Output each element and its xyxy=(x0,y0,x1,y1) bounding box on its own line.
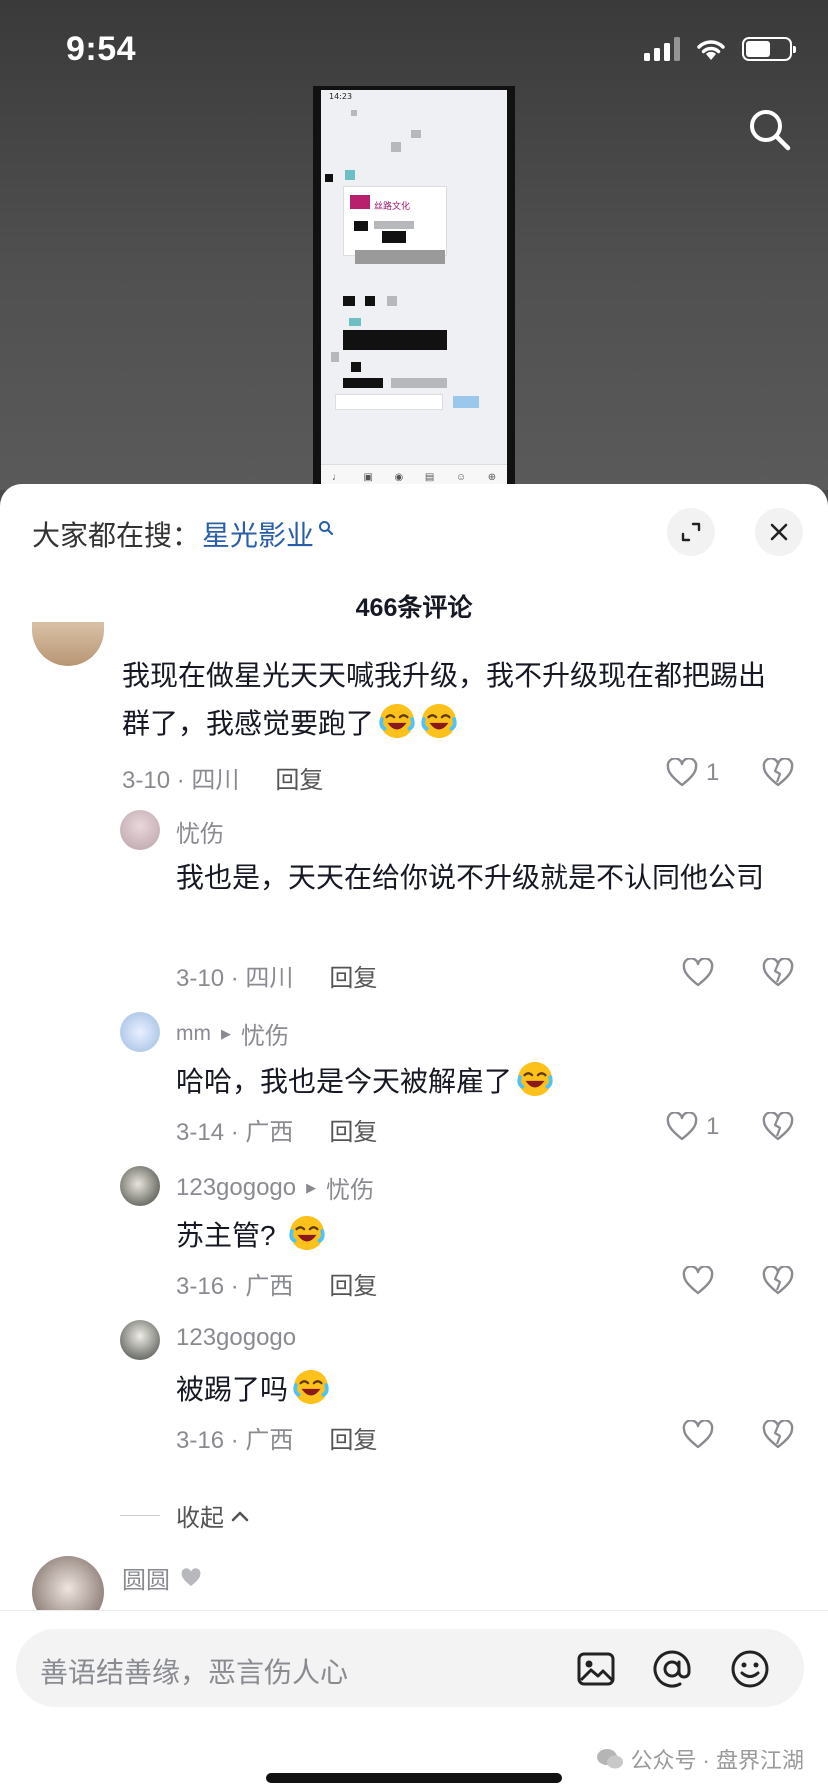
wechat-icon xyxy=(597,1749,624,1769)
home-indicator[interactable] xyxy=(266,1773,562,1783)
inner-screen: 14:23 丝路文化 ♩ ▣ ◉ ▤ ☺ ⊕ xyxy=(321,90,507,490)
comment-text: 被踢了吗 xyxy=(176,1366,796,1414)
comment-text: 哈哈，我也是今天被解雇了 xyxy=(176,1058,796,1106)
heart-icon[interactable] xyxy=(682,958,714,988)
comment-date: 3-14 · 广西 xyxy=(176,1119,294,1146)
username[interactable]: 忧伤 xyxy=(176,814,224,849)
chevron-up-icon xyxy=(231,1511,249,1521)
broken-heart-icon[interactable] xyxy=(762,958,794,988)
avatar[interactable] xyxy=(120,1012,160,1052)
laugh-cry-emoji xyxy=(379,703,415,739)
collapse-replies-button[interactable]: 收起 xyxy=(120,1498,250,1533)
expand-button[interactable] xyxy=(667,508,715,556)
signal-icon xyxy=(644,37,680,61)
inner-card: 丝路文化 xyxy=(343,186,447,256)
like-count: 1 xyxy=(706,1113,720,1140)
username[interactable]: mm ▶ 忧伤 xyxy=(176,1016,289,1051)
divider xyxy=(120,1515,160,1516)
status-bar: 9:54 xyxy=(0,0,828,100)
heart-icon[interactable] xyxy=(682,1266,714,1296)
comment-meta: 3-16 · 广西 回复 xyxy=(176,1420,377,1455)
comment-date: 3-16 · 广西 xyxy=(176,1273,294,1300)
wifi-icon xyxy=(697,40,725,60)
broken-heart-icon[interactable] xyxy=(762,1266,794,1296)
broken-heart-icon[interactable] xyxy=(762,758,794,788)
laugh-cry-emoji xyxy=(288,1215,325,1251)
username[interactable]: 123gogogo xyxy=(176,1324,296,1352)
comment-date: 3-10 · 四川 xyxy=(122,767,240,794)
comment-text: 苏主管? xyxy=(176,1212,796,1260)
like-count: 1 xyxy=(706,759,720,786)
broken-heart-icon[interactable] xyxy=(762,1420,794,1450)
reply-arrow-icon: ▶ xyxy=(306,1179,317,1195)
comment-input-bar: 善语结善缘，恶言伤人心 公众号 · 盘界江湖 xyxy=(0,1610,828,1792)
reply-button[interactable]: 回复 xyxy=(329,958,377,993)
comment-input[interactable]: 善语结善缘，恶言伤人心 xyxy=(16,1629,804,1707)
watermark-text: 公众号 · 盘界江湖 xyxy=(630,1748,804,1773)
expand-icon xyxy=(681,522,701,542)
laugh-cry-emoji xyxy=(421,703,457,739)
username[interactable]: 圆圆 xyxy=(122,1560,202,1595)
video-area[interactable]: 9:54 14:23 丝路文化 ♩ ▣ ◉ ▤ ☺ ⊕ xyxy=(0,0,828,490)
close-button[interactable] xyxy=(755,508,803,556)
emoji-icon[interactable] xyxy=(728,1647,772,1691)
hot-search-prefix: 大家都在搜： xyxy=(32,520,201,551)
reply-button[interactable]: 回复 xyxy=(329,1112,377,1147)
close-icon xyxy=(770,523,788,541)
watermark: 公众号 · 盘界江湖 xyxy=(596,1743,804,1775)
status-icons xyxy=(644,36,796,62)
battery-icon xyxy=(742,37,796,61)
comment-meta: 3-14 · 广西 回复 xyxy=(176,1112,377,1147)
status-time: 9:54 xyxy=(66,30,137,68)
reply-button[interactable]: 回复 xyxy=(329,1266,377,1301)
comment-meta: 3-10 · 四川 回复 xyxy=(176,958,377,993)
reply-to-name[interactable]: 忧伤 xyxy=(241,1016,289,1051)
username[interactable]: 123gogogo ▶ 忧伤 xyxy=(176,1170,374,1205)
heart-icon xyxy=(666,758,698,787)
inner-status-time: 14:23 xyxy=(329,92,353,101)
hot-search[interactable]: 大家都在搜： 星光影业 xyxy=(32,514,334,554)
comment-text: 我也是，天天在给你说不升级就是不认同他公司 xyxy=(176,862,765,893)
reply-button[interactable]: 回复 xyxy=(275,760,323,795)
laugh-cry-emoji xyxy=(293,1369,329,1405)
avatar[interactable] xyxy=(120,1166,160,1206)
comment-date: 3-10 · 四川 xyxy=(176,965,294,992)
broken-heart-icon[interactable] xyxy=(762,1112,794,1142)
laugh-cry-emoji xyxy=(517,1061,553,1097)
heart-icon[interactable] xyxy=(682,1420,714,1450)
reply-button[interactable]: 回复 xyxy=(329,1420,377,1455)
hot-search-keyword[interactable]: 星光影业 xyxy=(202,514,314,554)
image-icon[interactable] xyxy=(574,1647,618,1691)
comment-meta: 3-10 · 四川 回复 xyxy=(122,760,323,795)
at-icon[interactable] xyxy=(650,1647,694,1691)
reply-arrow-icon: ▶ xyxy=(221,1025,231,1041)
heart-icon xyxy=(666,1112,698,1141)
comment-date: 3-16 · 广西 xyxy=(176,1427,294,1454)
comment-meta: 3-16 · 广西 回复 xyxy=(176,1266,377,1301)
search-icon[interactable] xyxy=(746,106,794,154)
avatar[interactable] xyxy=(32,622,104,666)
like-button[interactable]: 1 xyxy=(666,1112,719,1142)
small-search-icon xyxy=(319,521,334,536)
like-button[interactable]: 1 xyxy=(666,758,719,788)
heart-badge-icon xyxy=(181,1567,201,1586)
comment-count: 466条评论 xyxy=(355,594,473,622)
video-thumbnail: 14:23 丝路文化 ♩ ▣ ◉ ▤ ☺ ⊕ xyxy=(313,86,515,490)
avatar[interactable] xyxy=(120,810,160,850)
avatar[interactable] xyxy=(120,1320,160,1360)
comment-text: 我现在做星光天天喊我升级，我不升级现在都把踢出群了，我感觉要跑了 xyxy=(122,660,767,739)
comment-panel: 大家都在搜： 星光影业 466条评论 我现在做星光天天喊我升级，我不升级现在都把… xyxy=(0,484,828,1792)
input-placeholder: 善语结善缘，恶言伤人心 xyxy=(40,1657,349,1688)
reply-to-name[interactable]: 忧伤 xyxy=(326,1170,374,1205)
collapse-label: 收起 xyxy=(176,1505,224,1532)
